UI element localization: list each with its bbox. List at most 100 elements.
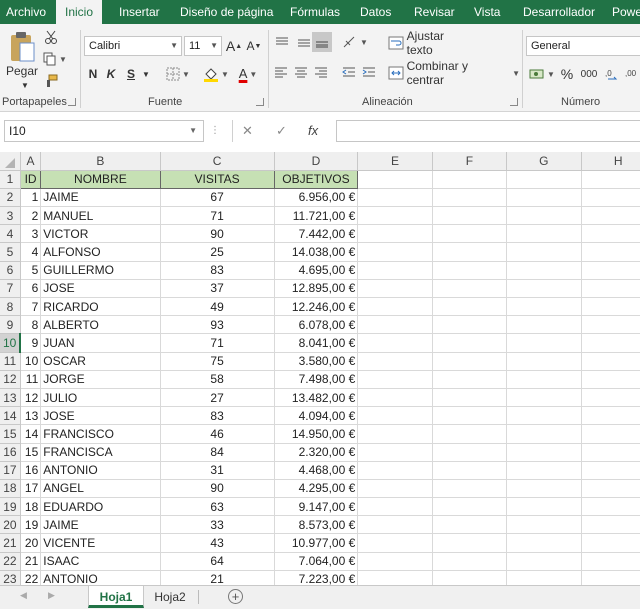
cell-id[interactable]: 17	[20, 479, 42, 499]
cell-visitas[interactable]: 83	[160, 406, 275, 426]
percent-button[interactable]: %	[558, 64, 576, 84]
cell[interactable]	[357, 297, 433, 317]
cell[interactable]	[506, 406, 582, 426]
cell-objetivos[interactable]: 3.580,00 €	[274, 352, 359, 371]
cell-id[interactable]: 20	[20, 533, 42, 553]
tab-inicio[interactable]: Inicio	[56, 0, 102, 24]
cell-id[interactable]: 15	[20, 443, 42, 462]
align-left-icon[interactable]	[272, 62, 290, 82]
fill-color-button[interactable]: ▼	[202, 64, 230, 84]
align-right-icon[interactable]	[312, 62, 330, 82]
cell-objetivos[interactable]: 7.442,00 €	[274, 224, 359, 244]
cell-objetivos[interactable]: 6.078,00 €	[274, 315, 359, 335]
cell[interactable]	[506, 443, 582, 462]
column-header-b[interactable]: B	[40, 152, 161, 171]
cell-visitas[interactable]: 71	[160, 206, 275, 226]
cell-visitas[interactable]: 31	[160, 461, 275, 480]
cell-nombre[interactable]: JOSE	[40, 406, 161, 426]
row-header[interactable]: 13	[0, 388, 21, 408]
cell-id[interactable]: 5	[20, 261, 42, 280]
paste-button[interactable]	[6, 30, 38, 64]
cell[interactable]	[357, 315, 433, 335]
accounting-format-button[interactable]: ▼	[528, 64, 556, 84]
tab-revisar[interactable]: Revisar	[412, 0, 457, 24]
cell-nombre[interactable]: JAIME	[40, 188, 161, 208]
cell[interactable]	[432, 461, 508, 480]
cell-objetivos[interactable]: 12.246,00 €	[274, 297, 359, 317]
cell-nombre[interactable]: VICTOR	[40, 224, 161, 244]
cell-objetivos[interactable]: 12.895,00 €	[274, 279, 359, 299]
cell[interactable]	[506, 297, 582, 317]
underline-dropdown-icon[interactable]: ▼	[140, 64, 152, 84]
decrease-decimal-icon[interactable]: ,00	[624, 64, 640, 84]
thousands-separator-button[interactable]: 000	[578, 64, 600, 84]
align-top-icon[interactable]	[272, 32, 292, 52]
cell[interactable]	[357, 333, 433, 353]
cell[interactable]	[432, 388, 508, 408]
cell-objetivos[interactable]: 9.147,00 €	[274, 497, 359, 517]
cell-nombre[interactable]: EDUARDO	[40, 497, 161, 517]
cell[interactable]	[506, 515, 582, 535]
row-header[interactable]: 5	[0, 242, 21, 262]
cell[interactable]	[506, 570, 582, 585]
cell[interactable]	[357, 497, 433, 517]
cell[interactable]	[357, 388, 433, 408]
row-header[interactable]: 11	[0, 352, 21, 371]
formula-input[interactable]	[336, 120, 640, 142]
row-header[interactable]: 22	[0, 552, 21, 571]
cell[interactable]	[432, 224, 508, 244]
column-header-e[interactable]: E	[357, 152, 433, 171]
cell[interactable]	[432, 552, 508, 571]
row-header[interactable]: 14	[0, 406, 21, 426]
cell[interactable]	[432, 206, 508, 226]
cell[interactable]	[581, 461, 640, 480]
cell-nombre[interactable]: MANUEL	[40, 206, 161, 226]
cell[interactable]	[357, 352, 433, 371]
cell-visitas[interactable]: 67	[160, 188, 275, 208]
cell[interactable]	[581, 515, 640, 535]
cell-id[interactable]: 22	[20, 570, 42, 585]
cell-id[interactable]: 4	[20, 242, 42, 262]
cell-nombre[interactable]: GUILLERMO	[40, 261, 161, 280]
cell[interactable]	[506, 352, 582, 371]
cell[interactable]	[581, 315, 640, 335]
cell-objetivos[interactable]: 4.295,00 €	[274, 479, 359, 499]
cell-nombre[interactable]: ALFONSO	[40, 242, 161, 262]
cell[interactable]	[357, 406, 433, 426]
cell-objetivos[interactable]: 8.573,00 €	[274, 515, 359, 535]
cell[interactable]	[581, 352, 640, 371]
cell[interactable]	[432, 297, 508, 317]
cell[interactable]	[506, 497, 582, 517]
cell[interactable]	[432, 242, 508, 262]
row-header[interactable]: 9	[0, 315, 21, 335]
row-header[interactable]: 17	[0, 461, 21, 480]
format-painter-icon[interactable]	[42, 72, 60, 90]
cell[interactable]	[432, 424, 508, 444]
cell-objetivos[interactable]: 4.695,00 €	[274, 261, 359, 280]
cell-nombre[interactable]: ALBERTO	[40, 315, 161, 335]
cell-nombre[interactable]: JOSE	[40, 279, 161, 299]
header-cell-visitas[interactable]: VISITAS	[159, 169, 275, 189]
row-header[interactable]: 16	[0, 443, 21, 462]
row-header[interactable]: 2	[0, 188, 21, 208]
cell[interactable]	[581, 552, 640, 571]
cell-objetivos[interactable]: 4.094,00 €	[274, 406, 359, 426]
cell-nombre[interactable]: ANTONIO	[40, 570, 161, 585]
cell-id[interactable]: 18	[20, 497, 42, 517]
prev-sheet-icon[interactable]: ◀	[20, 590, 27, 601]
cell[interactable]	[432, 515, 508, 535]
cell[interactable]	[581, 479, 640, 499]
cell[interactable]	[432, 333, 508, 353]
cell[interactable]	[357, 206, 433, 226]
cell-visitas[interactable]: 71	[160, 333, 275, 353]
grow-font-button[interactable]: A ▲	[226, 36, 242, 56]
cell[interactable]	[581, 497, 640, 517]
row-header[interactable]: 23	[0, 570, 21, 585]
cell[interactable]	[357, 242, 433, 262]
cell[interactable]	[581, 261, 640, 280]
row-header[interactable]: 6	[0, 261, 21, 280]
cell-objetivos[interactable]: 10.977,00 €	[274, 533, 359, 553]
cell-id[interactable]: 19	[20, 515, 42, 535]
cell[interactable]	[432, 443, 508, 462]
header-cell-nombre[interactable]: NOMBRE	[40, 169, 161, 189]
